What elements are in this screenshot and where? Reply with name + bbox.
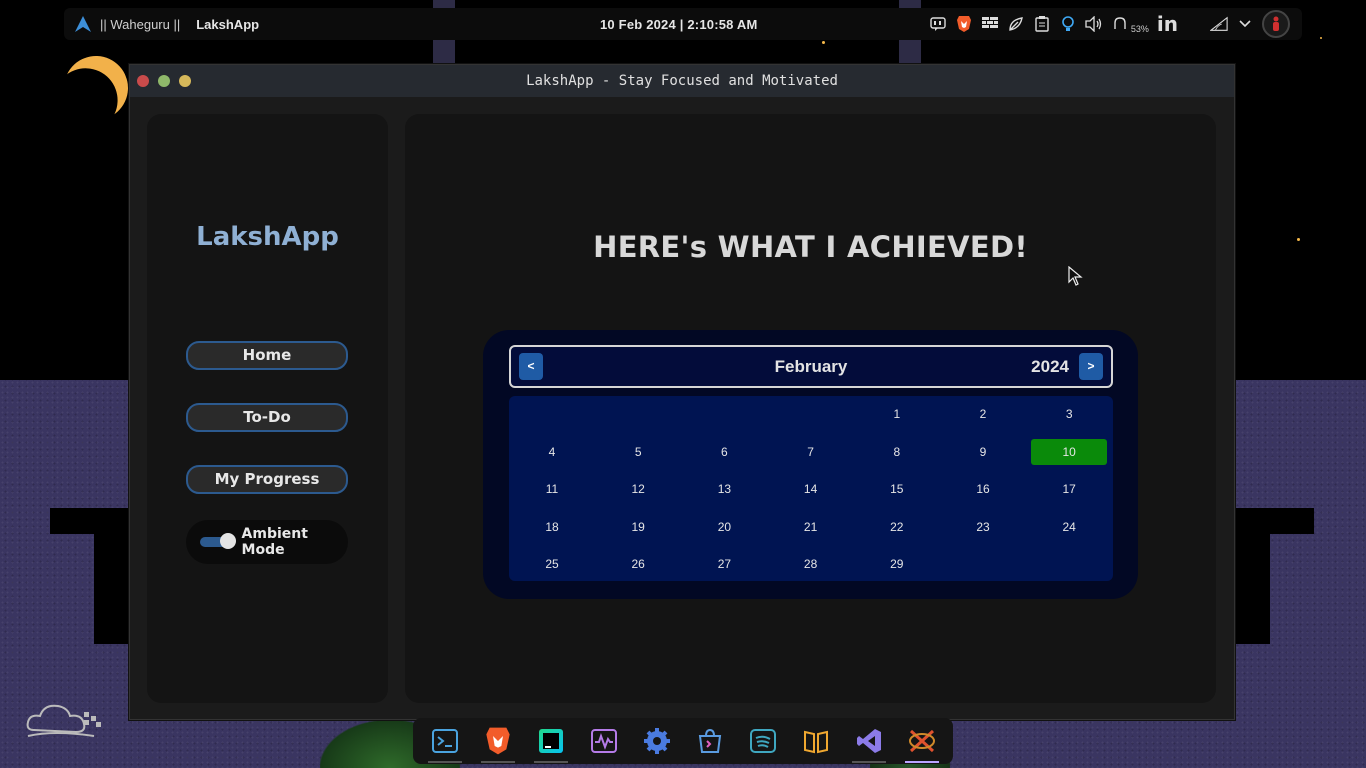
calendar-day[interactable]: 13 xyxy=(686,476,762,502)
top-panel: || Waheguru || LakshApp 10 Feb 2024 | 2:… xyxy=(64,8,1302,40)
moon-icon xyxy=(55,47,137,129)
maximize-button[interactable] xyxy=(179,75,191,87)
wallpaper-bench xyxy=(94,534,130,644)
calendar-day[interactable]: 16 xyxy=(945,476,1021,502)
calendar-day[interactable]: 15 xyxy=(859,476,935,502)
chevron-down-icon[interactable] xyxy=(1236,15,1254,33)
volume-icon[interactable] xyxy=(1085,15,1103,33)
calendar-header: < February 2024 > xyxy=(509,345,1113,388)
calendar-day[interactable]: 6 xyxy=(686,439,762,465)
calendar-day[interactable]: 26 xyxy=(600,551,676,577)
ambient-mode-label: Ambient Mode xyxy=(241,526,308,558)
calendar-day[interactable]: 11 xyxy=(514,476,590,502)
books-icon[interactable] xyxy=(799,724,833,758)
sidebar: LakshApp Home To-Do My Progress Ambient … xyxy=(147,114,388,703)
calendar-month[interactable]: February xyxy=(511,357,1111,377)
active-app-label: LakshApp xyxy=(196,16,260,32)
clipboard-icon[interactable] xyxy=(1033,15,1051,33)
calendar-widget: < February 2024 > 1 2 3 4 5 6 7 8 9 10 11 12 13 14 15 1… xyxy=(483,330,1138,599)
ambient-switch[interactable] xyxy=(200,533,236,549)
wallpaper-bench xyxy=(1234,534,1270,644)
star xyxy=(1320,37,1322,39)
battery-percent: 53% xyxy=(1130,24,1149,34)
dock xyxy=(413,718,953,764)
spotify-icon[interactable] xyxy=(746,724,780,758)
calendar-day[interactable]: 21 xyxy=(773,514,849,540)
bulb-icon[interactable] xyxy=(1059,15,1077,33)
clock[interactable]: 10 Feb 2024 | 2:10:58 AM xyxy=(600,17,758,32)
ambient-mode-toggle[interactable]: Ambient Mode xyxy=(186,520,348,564)
vscode-icon[interactable] xyxy=(851,724,886,763)
linkedin-icon[interactable]: in xyxy=(1157,12,1178,36)
calendar-day[interactable]: 12 xyxy=(600,476,676,502)
calendar-day[interactable]: 14 xyxy=(773,476,849,502)
todo-button[interactable]: To-Do xyxy=(186,403,348,432)
calendar-year[interactable]: 2024 xyxy=(1031,357,1069,377)
calendar-day[interactable]: 27 xyxy=(686,551,762,577)
calendar-day[interactable]: 19 xyxy=(600,514,676,540)
calendar-day[interactable]: 17 xyxy=(1031,476,1107,502)
calendar-day[interactable]: 7 xyxy=(773,439,849,465)
calendar-day[interactable]: 8 xyxy=(859,439,935,465)
system-tray: 53% in xyxy=(929,8,1290,40)
calendar-day[interactable]: 3 xyxy=(1031,401,1107,427)
calendar-day[interactable]: 25 xyxy=(514,551,590,577)
workspace-label[interactable]: || Waheguru || xyxy=(100,17,180,32)
brand-title: LakshApp xyxy=(196,222,339,252)
page-heading: HERE's WHAT I ACHIEVED! xyxy=(593,230,1028,264)
battery-icon[interactable] xyxy=(1111,15,1129,33)
xfce-app-icon[interactable] xyxy=(904,724,939,763)
calendar-day[interactable]: 4 xyxy=(514,439,590,465)
brave-icon[interactable] xyxy=(955,15,973,33)
wallpaper-bench xyxy=(1234,508,1314,534)
calendar-day[interactable]: 2 xyxy=(945,401,1021,427)
next-month-button[interactable]: > xyxy=(1079,353,1103,380)
calendar-day[interactable]: 22 xyxy=(859,514,935,540)
calendar-day[interactable]: 5 xyxy=(600,439,676,465)
calendar-day[interactable]: 29 xyxy=(859,551,935,577)
wallpaper-bench xyxy=(50,508,130,534)
avatar[interactable] xyxy=(1262,10,1290,38)
minimize-button[interactable] xyxy=(158,75,170,87)
calendar-day[interactable]: 28 xyxy=(773,551,849,577)
star xyxy=(1297,238,1300,241)
star xyxy=(822,41,825,44)
cloud-logo-icon xyxy=(26,704,101,737)
settings-icon[interactable] xyxy=(640,724,674,758)
calendar-day[interactable]: 18 xyxy=(514,514,590,540)
calendar-day[interactable]: 24 xyxy=(1031,514,1107,540)
calendar-grid: 1 2 3 4 5 6 7 8 9 10 11 12 13 14 15 16 17 18 19 20 21 22 23 24 2… xyxy=(509,396,1113,581)
system-monitor-icon[interactable] xyxy=(587,724,621,758)
brave-browser-icon[interactable] xyxy=(480,724,515,763)
mouse-cursor-icon xyxy=(1068,266,1083,286)
calendar-day-today[interactable]: 10 xyxy=(1031,438,1108,465)
caption-icon[interactable] xyxy=(929,15,947,33)
terminal-icon[interactable] xyxy=(427,724,462,763)
appimage-store-icon[interactable] xyxy=(693,724,727,758)
close-button[interactable] xyxy=(137,75,149,87)
calendar-day[interactable]: 23 xyxy=(945,514,1021,540)
calendar-day[interactable]: 1 xyxy=(859,401,935,427)
pycharm-icon[interactable] xyxy=(533,724,568,763)
switch-knob[interactable] xyxy=(219,533,236,549)
app-window: LakshApp - Stay Focused and Motivated La… xyxy=(129,64,1235,720)
wifi-icon[interactable] xyxy=(1210,15,1228,33)
window-title: LakshApp - Stay Focused and Motivated xyxy=(526,73,838,89)
my-progress-button[interactable]: My Progress xyxy=(186,465,348,494)
window-titlebar[interactable]: LakshApp - Stay Focused and Motivated xyxy=(130,65,1234,97)
arch-logo-icon[interactable] xyxy=(74,15,92,33)
main-panel: HERE's WHAT I ACHIEVED! < February 2024 … xyxy=(405,114,1216,703)
firewall-icon[interactable] xyxy=(981,15,999,33)
leaf-icon[interactable] xyxy=(1007,15,1025,33)
calendar-day[interactable]: 20 xyxy=(686,514,762,540)
calendar-day[interactable]: 9 xyxy=(945,439,1021,465)
home-button[interactable]: Home xyxy=(186,341,348,370)
